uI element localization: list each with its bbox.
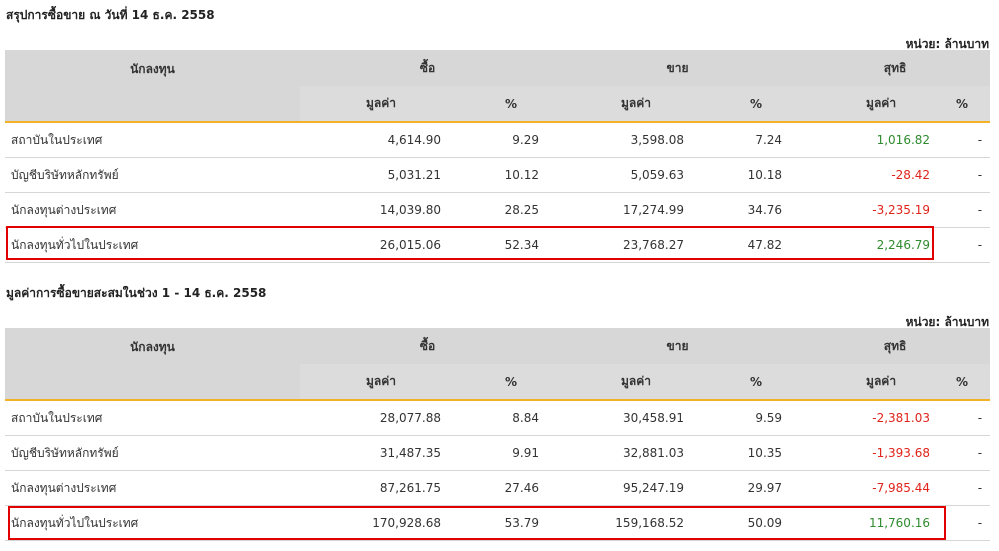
net-value-cell: -7,985.44 [800, 470, 941, 506]
cumulative-summary-table: นักลงทุน ซื้อ ขาย สุทธิ มูลค่า % มูลค่า … [5, 328, 991, 541]
table-row: นักลงทุนทั่วไปในประเทศ 26,015.06 52.34 23,7… [5, 227, 991, 263]
header-net: สุทธิ [800, 328, 991, 364]
sell-value-cell: 30,458.91 [555, 400, 703, 436]
investor-name-cell: สถาบันในประเทศ [5, 400, 300, 436]
header-net-percent: % [940, 364, 991, 401]
table-row: นักลงทุนต่างประเทศ 14,039.80 28.25 17,274.9… [5, 192, 991, 228]
investor-name-cell: นักลงทุนทั่วไปในประเทศ [5, 505, 300, 541]
header-investor: นักลงทุน [5, 50, 300, 123]
net-percent-cell: - [940, 435, 991, 471]
buy-percent-cell: 28.25 [455, 192, 556, 228]
net-value-cell: -28.42 [800, 157, 941, 193]
net-percent-cell: - [940, 122, 991, 158]
sell-value-cell: 3,598.08 [555, 122, 703, 158]
header-net-value: มูลค่า [800, 364, 941, 401]
header-buy: ซื้อ [300, 50, 556, 86]
buy-value-cell: 14,039.80 [300, 192, 455, 228]
header-net: สุทธิ [800, 50, 991, 86]
header-net-percent: % [940, 86, 991, 123]
net-value-cell: 1,016.82 [800, 122, 941, 158]
sell-percent-cell: 10.18 [702, 157, 801, 193]
header-sell: ขาย [555, 328, 801, 364]
buy-percent-cell: 53.79 [455, 505, 556, 541]
net-value-cell: 11,760.16 [800, 505, 941, 541]
table-row: บัญชีบริษัทหลักทรัพย์ 31,487.35 9.91 32,881… [5, 435, 991, 471]
sell-percent-cell: 47.82 [702, 227, 801, 263]
header-sell-percent: % [702, 86, 801, 123]
buy-percent-cell: 8.84 [455, 400, 556, 436]
sell-value-cell: 5,059.63 [555, 157, 703, 193]
table-row: นักลงทุนทั่วไปในประเทศ 170,928.68 53.79 159… [5, 505, 991, 541]
header-sell: ขาย [555, 50, 801, 86]
header-buy-percent: % [455, 86, 556, 123]
investor-name-cell: บัญชีบริษัทหลักทรัพย์ [5, 157, 300, 193]
sell-percent-cell: 10.35 [702, 435, 801, 471]
investor-name-cell: บัญชีบริษัทหลักทรัพย์ [5, 435, 300, 471]
sell-percent-cell: 50.09 [702, 505, 801, 541]
table-row: บัญชีบริษัทหลักทรัพย์ 5,031.21 10.12 5,059.… [5, 157, 991, 193]
net-percent-cell: - [940, 227, 991, 263]
table-row: สถาบันในประเทศ 4,614.90 9.29 3,598.08 7.24 1,… [5, 122, 991, 158]
sell-percent-cell: 29.97 [702, 470, 801, 506]
sell-value-cell: 95,247.19 [555, 470, 703, 506]
sell-value-cell: 17,274.99 [555, 192, 703, 228]
table-row: สถาบันในประเทศ 28,077.88 8.84 30,458.91 9.59… [5, 400, 991, 436]
net-value-cell: 2,246.79 [800, 227, 941, 263]
buy-percent-cell: 52.34 [455, 227, 556, 263]
sell-value-cell: 159,168.52 [555, 505, 703, 541]
header-net-value: มูลค่า [800, 86, 941, 123]
header-sell-percent: % [702, 364, 801, 401]
table-row: นักลงทุนต่างประเทศ 87,261.75 27.46 95,247.1… [5, 470, 991, 506]
buy-value-cell: 28,077.88 [300, 400, 455, 436]
investor-name-cell: นักลงทุนต่างประเทศ [5, 470, 300, 506]
buy-value-cell: 31,487.35 [300, 435, 455, 471]
net-value-cell: -2,381.03 [800, 400, 941, 436]
net-percent-cell: - [940, 400, 991, 436]
header-sell-value: มูลค่า [555, 86, 703, 123]
net-percent-cell: - [940, 505, 991, 541]
buy-value-cell: 87,261.75 [300, 470, 455, 506]
sell-value-cell: 23,768.27 [555, 227, 703, 263]
buy-percent-cell: 9.91 [455, 435, 556, 471]
buy-value-cell: 4,614.90 [300, 122, 455, 158]
header-buy-value: มูลค่า [300, 86, 455, 123]
investor-name-cell: สถาบันในประเทศ [5, 122, 300, 158]
header-buy-percent: % [455, 364, 556, 401]
buy-percent-cell: 10.12 [455, 157, 556, 193]
net-percent-cell: - [940, 192, 991, 228]
buy-percent-cell: 27.46 [455, 470, 556, 506]
net-percent-cell: - [940, 157, 991, 193]
cumulative-summary-title: มูลค่าการซื้อขายสะสมในช่วง 1 - 14 ธ.ค. 2… [6, 286, 267, 300]
header-sell-value: มูลค่า [555, 364, 703, 401]
sell-value-cell: 32,881.03 [555, 435, 703, 471]
investor-name-cell: นักลงทุนต่างประเทศ [5, 192, 300, 228]
daily-summary-title: สรุปการซื้อขาย ณ วันที่ 14 ธ.ค. 2558 [6, 8, 215, 22]
daily-summary-table: นักลงทุน ซื้อ ขาย สุทธิ มูลค่า % มูลค่า … [5, 50, 991, 263]
buy-percent-cell: 9.29 [455, 122, 556, 158]
header-buy-value: มูลค่า [300, 364, 455, 401]
sell-percent-cell: 9.59 [702, 400, 801, 436]
investor-name-cell: นักลงทุนทั่วไปในประเทศ [5, 227, 300, 263]
sell-percent-cell: 34.76 [702, 192, 801, 228]
buy-value-cell: 5,031.21 [300, 157, 455, 193]
sell-percent-cell: 7.24 [702, 122, 801, 158]
buy-value-cell: 26,015.06 [300, 227, 455, 263]
header-investor: นักลงทุน [5, 328, 300, 401]
net-value-cell: -1,393.68 [800, 435, 941, 471]
header-buy: ซื้อ [300, 328, 556, 364]
buy-value-cell: 170,928.68 [300, 505, 455, 541]
net-percent-cell: - [940, 470, 991, 506]
net-value-cell: -3,235.19 [800, 192, 941, 228]
